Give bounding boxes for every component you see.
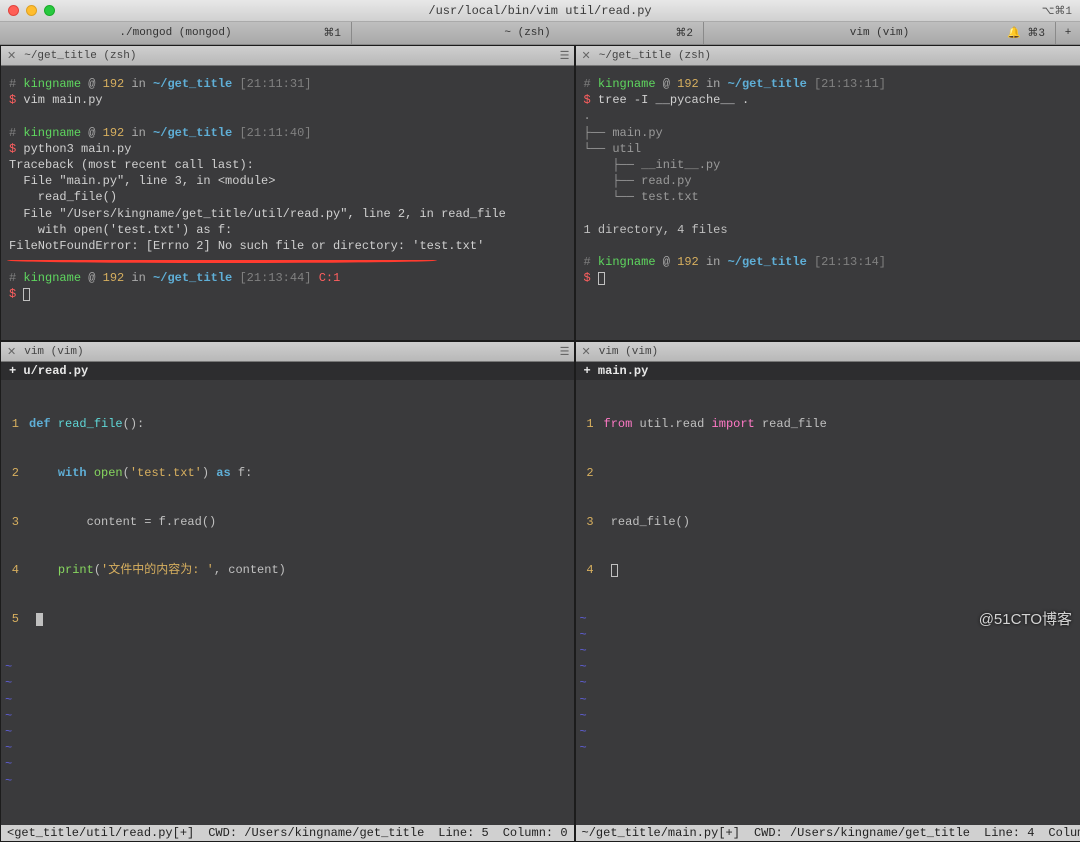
pane-terminal-left[interactable]: ✕ ~/get_title (zsh) ☰ # kingname @ 192 i…	[0, 45, 575, 341]
pane-title: ~/get_title (zsh)	[599, 50, 711, 62]
cursor	[23, 288, 30, 301]
pane-vim-right[interactable]: ✕ vim (vim) ☰ + main.py 1from util.read …	[575, 341, 1080, 842]
cursor	[611, 564, 618, 577]
tab-bar: ./mongod (mongod) ⌘1 ~ (zsh) ⌘2 vim (vim…	[0, 22, 1080, 45]
menu-icon[interactable]: ☰	[560, 345, 568, 359]
menu-icon[interactable]: ☰	[560, 49, 568, 63]
tab-shortcut: ⌘1	[323, 26, 341, 40]
pane-title: ~/get_title (zsh)	[24, 50, 136, 62]
pane-grid: ✕ ~/get_title (zsh) ☰ # kingname @ 192 i…	[0, 45, 1080, 613]
vim-buffer-tab[interactable]: + main.py	[576, 362, 1080, 380]
pane-title: vim (vim)	[599, 346, 658, 358]
status-col: Column: 0	[1048, 826, 1080, 840]
tab-mongod[interactable]: ./mongod (mongod) ⌘1	[0, 22, 352, 44]
vim-buffer-tab[interactable]: + u/read.py	[1, 362, 574, 380]
pane-terminal-right[interactable]: ✕ ~/get_title (zsh) ☰ # kingname @ 192 i…	[575, 45, 1080, 341]
annotation-underline	[7, 258, 437, 263]
status-filename: ~/get_title/main.py[+]	[582, 826, 740, 840]
watermark: @51CTO博客	[979, 608, 1072, 629]
tab-label: vim (vim)	[850, 27, 909, 39]
vim-status-bar: ~/get_title/main.py[+] CWD: /Users/kingn…	[576, 825, 1080, 841]
pane-tab: ✕ vim (vim) ☰	[1, 342, 574, 362]
tab-vim[interactable]: vim (vim) 🔔 ⌘3	[704, 22, 1056, 44]
status-line: Line: 5	[438, 826, 488, 840]
tab-shortcut: ⌘2	[675, 26, 693, 40]
bell-icon: 🔔	[1007, 26, 1021, 40]
close-icon[interactable]: ✕	[582, 345, 591, 359]
window-titlebar: /usr/local/bin/vim util/read.py ⌥⌘1	[0, 0, 1080, 22]
pane-tab: ✕ ~/get_title (zsh) ☰	[576, 46, 1080, 66]
cursor	[598, 272, 605, 285]
status-cwd: CWD: /Users/kingname/get_title	[208, 826, 424, 840]
close-icon[interactable]: ✕	[7, 49, 16, 63]
status-col: Column: 0	[503, 826, 568, 840]
status-cwd: CWD: /Users/kingname/get_title	[754, 826, 970, 840]
vim-editor[interactable]: 1from util.read import read_file 2 3 rea…	[576, 380, 1080, 825]
add-tab-button[interactable]: +	[1056, 22, 1080, 44]
pane-tab: ✕ ~/get_title (zsh) ☰	[1, 46, 574, 66]
close-icon[interactable]: ✕	[582, 49, 591, 63]
terminal-output[interactable]: # kingname @ 192 in ~/get_title [21:11:3…	[1, 66, 574, 340]
status-filename: <get_title/util/read.py[+]	[7, 826, 194, 840]
tab-label: ./mongod (mongod)	[119, 27, 231, 39]
vim-status-bar: <get_title/util/read.py[+] CWD: /Users/k…	[1, 825, 574, 841]
tab-zsh[interactable]: ~ (zsh) ⌘2	[352, 22, 704, 44]
pane-vim-left[interactable]: ✕ vim (vim) ☰ + u/read.py 1def read_file…	[0, 341, 575, 842]
window-title: /usr/local/bin/vim util/read.py	[0, 4, 1080, 18]
pane-tab: ✕ vim (vim) ☰	[576, 342, 1080, 362]
terminal-output[interactable]: # kingname @ 192 in ~/get_title [21:13:1…	[576, 66, 1080, 340]
vim-editor[interactable]: 1def read_file(): 2 with open('test.txt'…	[1, 380, 574, 825]
tab-label: ~ (zsh)	[504, 27, 550, 39]
cursor	[36, 613, 43, 626]
close-icon[interactable]: ✕	[7, 345, 16, 359]
status-line: Line: 4	[984, 826, 1034, 840]
tab-shortcut: ⌘3	[1027, 26, 1045, 40]
pane-title: vim (vim)	[24, 346, 83, 358]
